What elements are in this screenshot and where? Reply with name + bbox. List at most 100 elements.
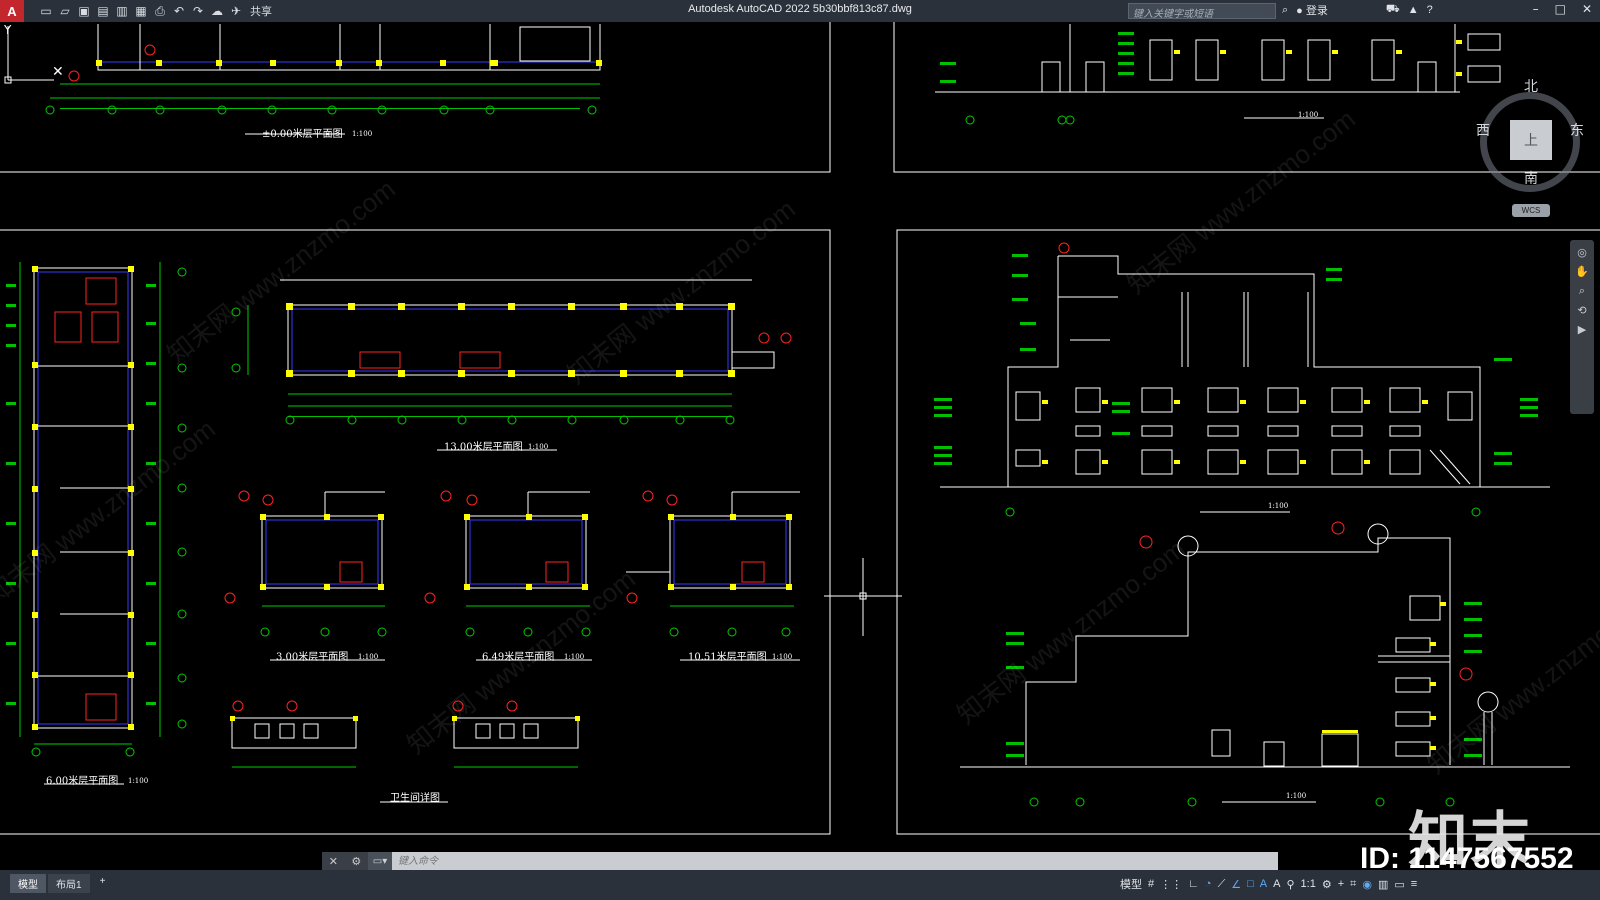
wcs-menu-button[interactable]: WCS <box>1512 204 1550 217</box>
label-scale: 1:100 <box>772 653 793 661</box>
snap-icon[interactable]: ⋮⋮ <box>1160 878 1182 891</box>
web-save-icon[interactable]: ▦ <box>133 3 149 19</box>
label-scale: 1:100 <box>1286 792 1307 800</box>
quick-access-toolbar: ▭ ▱ ▣ ▤ ▥ ▦ ⎙ ↶ ↷ ☁ ✈ <box>38 3 244 19</box>
share-icon[interactable]: ✈ <box>228 3 244 19</box>
pan-icon[interactable]: ✋ <box>1575 265 1589 278</box>
axis-bubbles <box>31 105 1481 807</box>
isodraft-icon[interactable]: ⟋ <box>1218 878 1226 891</box>
status-tools: 模型 # ⋮⋮ ∟ ◔ ⟋ ∠ □ A A ⚲ 1:1 ⚙ + ⌗ ◉ ▥ ▭ … <box>1120 876 1417 892</box>
close-icon[interactable]: ✕ <box>329 855 338 868</box>
crosshair-cursor <box>824 558 902 636</box>
label-scale: 1:100 <box>358 653 379 661</box>
compass-west[interactable]: 西 <box>1476 120 1490 140</box>
search-input[interactable]: 键入关键字或短语 <box>1128 3 1276 20</box>
tab-model[interactable]: 模型 <box>10 874 46 893</box>
svg-text:✕: ✕ <box>52 64 64 80</box>
model-space-button[interactable]: 模型 <box>1120 876 1142 892</box>
share-button[interactable]: 共享 <box>250 3 272 19</box>
add-layout-button[interactable]: + <box>92 874 114 893</box>
steering-wheel-icon[interactable]: ◎ <box>1577 246 1587 259</box>
label-plan-600: 6.00米层平面图 <box>46 776 119 787</box>
plot-icon[interactable]: ⎙ <box>152 3 168 19</box>
viewcube[interactable]: 上 北 南 西 东 WCS <box>1470 79 1590 217</box>
label-scale: 1:100 <box>1298 111 1319 119</box>
autodesk-icon[interactable]: ▲ <box>1408 4 1419 16</box>
save-icon[interactable]: ▣ <box>76 3 92 19</box>
ucs-icon: Y ✕ <box>3 23 64 84</box>
recent-commands-icon[interactable]: ▭▾ <box>368 852 392 870</box>
customize-icon[interactable]: ⚙ <box>351 855 361 868</box>
viewcube-face-top[interactable]: 上 <box>1510 120 1552 160</box>
compass-east[interactable]: 东 <box>1570 120 1584 140</box>
maximize-icon[interactable]: □ <box>1555 2 1566 16</box>
compass-south[interactable]: 南 <box>1524 168 1538 188</box>
label-scale: 1:100 <box>1268 502 1289 510</box>
plan-300 <box>261 491 385 661</box>
units-icon[interactable]: ⌗ <box>1350 878 1356 891</box>
showmotion-icon[interactable]: ▶ <box>1578 323 1586 336</box>
orbit-icon[interactable]: ⟲ <box>1577 304 1586 317</box>
plan-1051 <box>626 491 800 661</box>
workspace-icon[interactable]: ☁ <box>209 3 225 19</box>
label-plan-1300: 13.00米层平面图 <box>444 442 523 453</box>
web-open-icon[interactable]: ▥ <box>114 3 130 19</box>
new-icon[interactable]: ▭ <box>38 3 54 19</box>
plan-000 <box>50 24 601 135</box>
elevation-middle <box>940 255 1550 513</box>
label-plan-649: 6.49米层平面图 <box>482 652 555 663</box>
window-controls: – □ ✕ <box>1533 2 1592 16</box>
login-button[interactable]: ● 登录 <box>1296 2 1328 18</box>
dimension-annotations <box>6 32 1538 757</box>
annotation-visibility-icon[interactable]: A <box>1260 878 1267 890</box>
minimize-icon[interactable]: – <box>1533 2 1539 16</box>
grid-icon[interactable]: # <box>1148 878 1154 890</box>
hardware-acceleration-icon[interactable]: ▥ <box>1378 878 1388 891</box>
clean-screen-icon[interactable]: ▭ <box>1394 878 1404 891</box>
cad-drawing <box>0 22 1600 835</box>
compass-north[interactable]: 北 <box>1524 76 1538 96</box>
ortho-icon[interactable]: ∟ <box>1188 878 1199 890</box>
titlebar-right-tools: ⌕ ● 登录 ⛟ ▲ ? <box>1282 2 1433 18</box>
auto-scale-icon[interactable]: A <box>1273 878 1280 890</box>
label-plan-1051: 10.51米层平面图 <box>688 652 767 663</box>
label-scale: 1:100 <box>564 653 585 661</box>
workspace-icon[interactable]: ⚙ <box>1322 878 1332 891</box>
redo-icon[interactable]: ↷ <box>190 3 206 19</box>
label-plan-300: 3.00米层平面图 <box>276 652 349 663</box>
columns <box>32 40 1462 750</box>
tab-layout1[interactable]: 布局1 <box>48 874 90 893</box>
polar-tracking-icon[interactable]: ◔ <box>1205 878 1212 890</box>
status-bar: 模型 布局1 + 模型 # ⋮⋮ ∟ ◔ ⟋ ∠ □ A A ⚲ 1:1 ⚙ +… <box>0 870 1600 900</box>
command-line: ✕ ⚙ ▭▾ <box>322 852 1278 870</box>
label-scale: 1:100 <box>128 777 149 785</box>
object-snap-icon[interactable]: □ <box>1247 878 1254 890</box>
annotation-monitor-icon[interactable]: + <box>1338 878 1344 890</box>
zoom-icon[interactable]: ⌕ <box>1579 284 1585 298</box>
label-scale: 1:100 <box>352 130 373 138</box>
label-scale: 1:100 <box>528 443 549 451</box>
save-as-icon[interactable]: ▤ <box>95 3 111 19</box>
undo-icon[interactable]: ↶ <box>171 3 187 19</box>
elevation-top <box>935 24 1501 119</box>
customization-icon[interactable]: ≡ <box>1411 878 1417 890</box>
login-label: 登录 <box>1305 5 1328 17</box>
drawing-canvas[interactable]: 知末网 www.znzmo.com 知末网 www.znzmo.com 知末网 … <box>0 22 1600 876</box>
command-input[interactable] <box>392 852 1278 870</box>
search-icon[interactable]: ⌕ <box>1282 4 1288 17</box>
command-line-tools: ✕ ⚙ <box>322 852 368 870</box>
annotation-scale-icon[interactable]: ⚲ <box>1286 878 1294 891</box>
sheet-frame <box>0 22 831 173</box>
title-bar: A ▭ ▱ ▣ ▤ ▥ ▦ ⎙ ↶ ↷ ☁ ✈ 共享 Autodesk Auto… <box>0 0 1600 22</box>
object-snap-tracking-icon[interactable]: ∠ <box>1231 878 1241 891</box>
open-icon[interactable]: ▱ <box>57 3 73 19</box>
cart-icon[interactable]: ⛟ <box>1386 3 1400 17</box>
isolate-objects-icon[interactable]: ◉ <box>1362 878 1372 891</box>
navigation-bar: ◎ ✋ ⌕ ⟲ ▶ <box>1570 240 1594 414</box>
label-plan-000: ±0.00米层平面图 <box>262 129 343 140</box>
user-icon: ● <box>1296 5 1303 17</box>
help-icon[interactable]: ? <box>1427 4 1433 16</box>
close-icon[interactable]: ✕ <box>1582 2 1592 16</box>
app-menu-button[interactable]: A <box>0 0 24 22</box>
annotation-scale-value[interactable]: 1:1 <box>1301 878 1316 890</box>
